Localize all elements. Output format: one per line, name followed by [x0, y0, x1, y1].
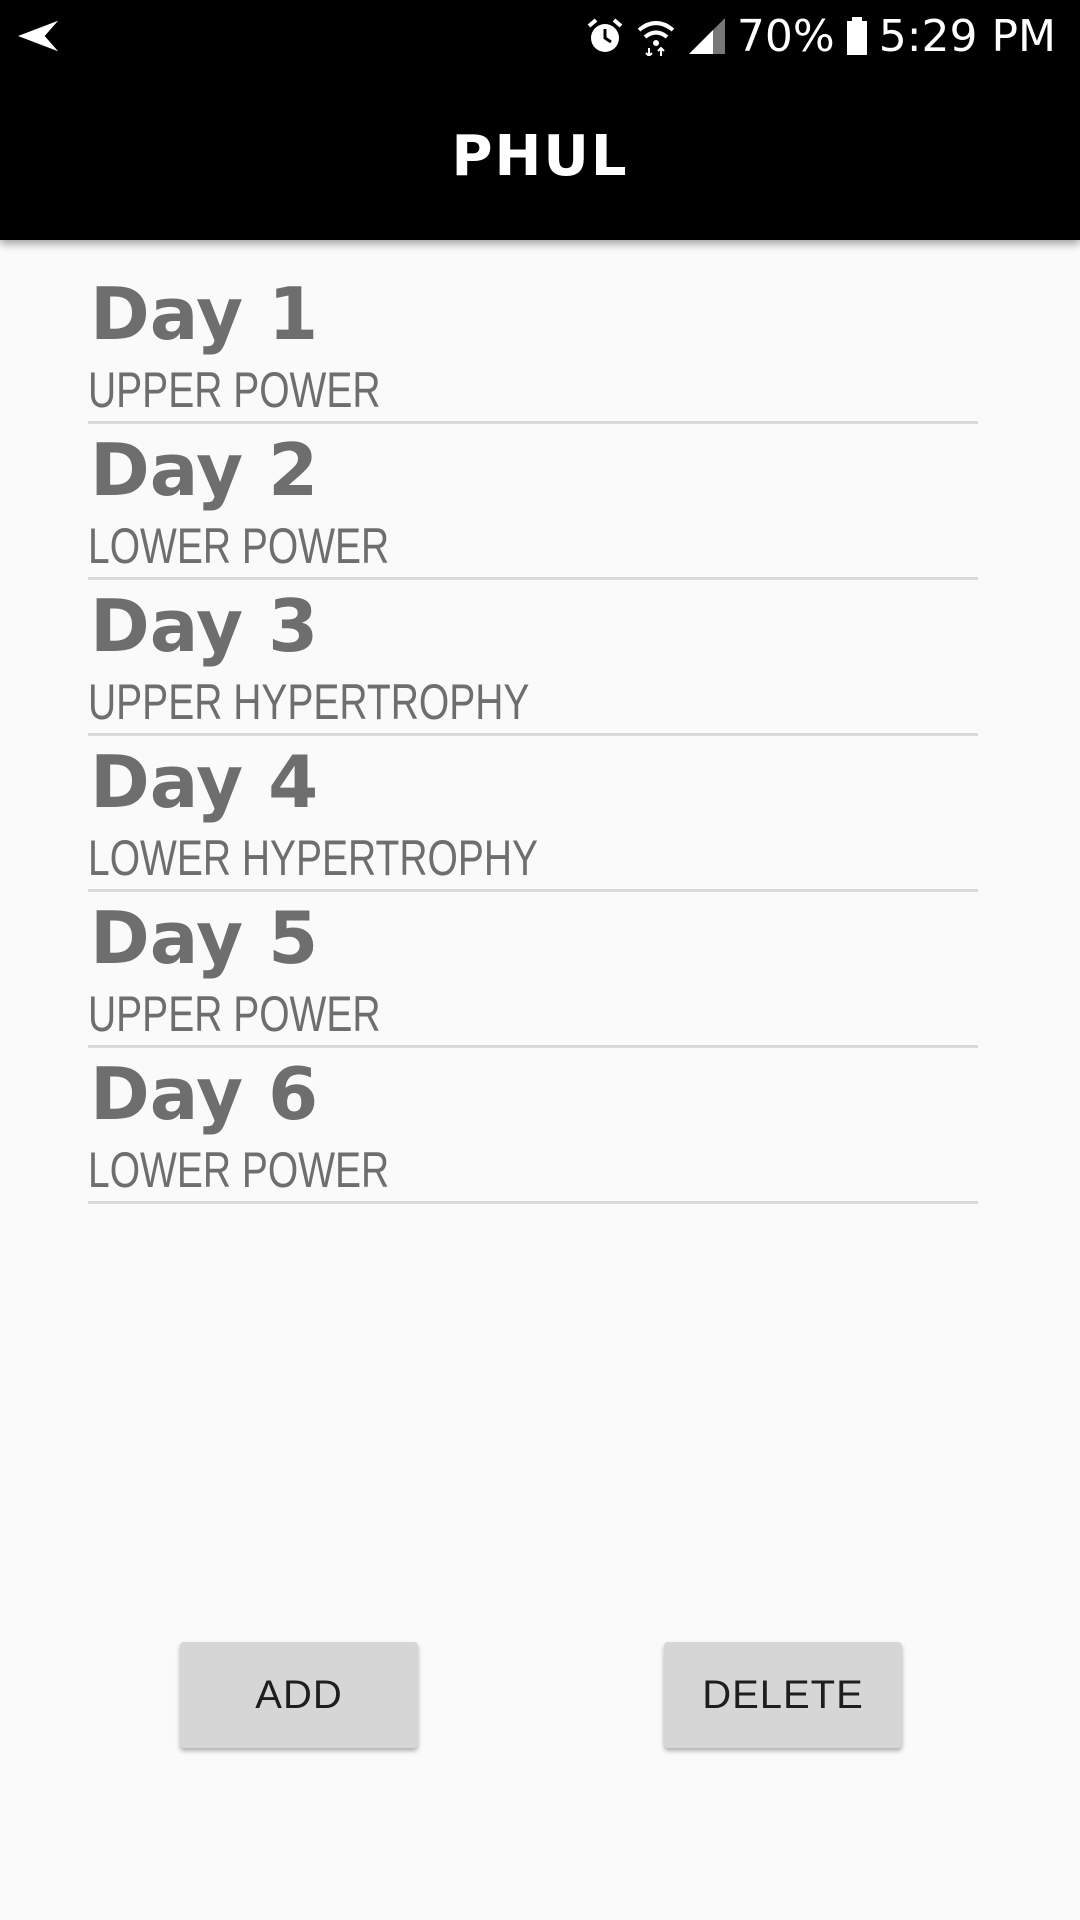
day-subtitle: UPPER POWER	[88, 986, 381, 1042]
list-item-day-1[interactable]: Day 1 UPPER POWER	[88, 268, 978, 424]
add-button[interactable]: ADD	[180, 1642, 418, 1748]
day-title: Day 3	[90, 584, 319, 668]
list-item-day-5[interactable]: Day 5 UPPER POWER	[88, 892, 978, 1048]
day-subtitle: LOWER POWER	[88, 518, 390, 574]
day-title: Day 4	[90, 740, 319, 824]
list-item-day-6[interactable]: Day 6 LOWER POWER	[88, 1048, 978, 1204]
day-subtitle: LOWER POWER	[88, 1142, 390, 1198]
status-icons: 70% 5:29 PM	[585, 0, 1056, 72]
back-arrow-icon[interactable]	[16, 16, 62, 56]
list-item-day-2[interactable]: Day 2 LOWER POWER	[88, 424, 978, 580]
list-item-day-4[interactable]: Day 4 LOWER HYPERTROPHY	[88, 736, 978, 892]
battery-percentage: 70%	[736, 10, 835, 62]
day-title: Day 5	[90, 896, 319, 980]
status-bar: 70% 5:29 PM	[0, 0, 1080, 72]
app-bar: PHUL	[0, 72, 1080, 240]
signal-icon	[688, 18, 725, 54]
delete-button[interactable]: DELETE	[664, 1642, 902, 1748]
alarm-icon	[587, 18, 623, 52]
day-list: Day 1 UPPER POWER Day 2 LOWER POWER Day …	[88, 268, 978, 1204]
page-title: PHUL	[451, 123, 629, 189]
day-title: Day 6	[90, 1052, 319, 1136]
wifi-icon	[637, 21, 675, 56]
clock: 5:29 PM	[878, 10, 1056, 62]
day-title: Day 1	[90, 272, 319, 356]
day-subtitle: UPPER HYPERTROPHY	[88, 674, 530, 730]
day-title: Day 2	[90, 428, 319, 512]
day-subtitle: UPPER POWER	[88, 362, 381, 418]
list-item-day-3[interactable]: Day 3 UPPER HYPERTROPHY	[88, 580, 978, 736]
battery-icon	[846, 17, 867, 55]
day-subtitle: LOWER HYPERTROPHY	[88, 830, 539, 886]
